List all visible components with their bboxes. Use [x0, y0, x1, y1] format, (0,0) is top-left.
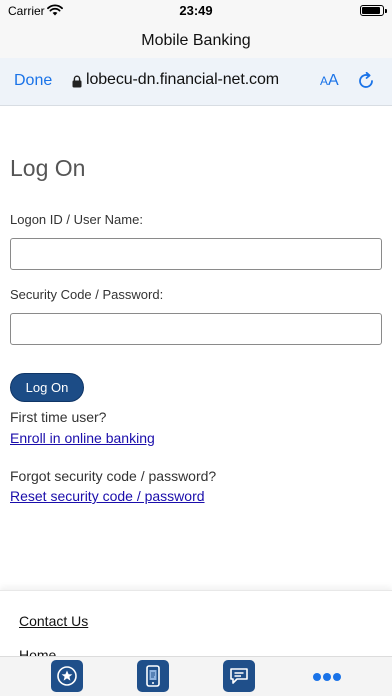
tab-rewards[interactable] — [51, 660, 83, 692]
text-size-large-glyph: A — [328, 72, 339, 89]
contact-us-link[interactable]: Contact Us — [19, 613, 88, 629]
battery-icon — [360, 5, 387, 16]
page-title: Log On — [10, 155, 86, 181]
chat-icon — [230, 668, 248, 684]
status-bar: Carrier 23:49 — [0, 0, 392, 22]
username-label: Logon ID / User Name: — [10, 212, 143, 227]
more-dots-icon[interactable] — [304, 663, 348, 689]
reload-icon[interactable] — [357, 72, 375, 90]
mobile-deposit-icon — [146, 665, 160, 687]
forgot-password-text: Forgot security code / password? — [10, 468, 217, 484]
enroll-link[interactable]: Enroll in online banking — [10, 430, 155, 446]
dot — [313, 673, 321, 681]
url-address[interactable]: lobecu-dn.financial-net.com — [86, 71, 279, 89]
title-bar: Mobile Banking — [0, 22, 392, 58]
browser-toolbar: Done lobecu-dn.financial-net.com AA — [0, 58, 392, 106]
done-button[interactable]: Done — [14, 72, 52, 90]
username-input[interactable] — [10, 238, 382, 270]
status-time: 23:49 — [179, 3, 213, 18]
dot — [323, 673, 331, 681]
text-size-small-glyph: A — [320, 74, 329, 88]
dot — [333, 673, 341, 681]
text-size-button[interactable]: AA — [320, 72, 339, 90]
tab-bar — [0, 656, 392, 696]
tab-mobile-deposit[interactable] — [137, 660, 169, 692]
page-footer: Contact Us Home — [0, 590, 392, 656]
password-input[interactable] — [10, 313, 382, 345]
star-badge-icon — [57, 666, 77, 686]
password-label: Security Code / Password: — [10, 287, 164, 302]
lock-icon — [72, 75, 82, 88]
reset-password-link[interactable]: Reset security code / password — [10, 488, 205, 504]
log-on-button[interactable]: Log On — [10, 373, 84, 402]
first-time-user-text: First time user? — [10, 409, 107, 425]
tab-chat[interactable] — [223, 660, 255, 692]
home-link[interactable]: Home — [19, 647, 56, 656]
app-title: Mobile Banking — [141, 32, 251, 49]
